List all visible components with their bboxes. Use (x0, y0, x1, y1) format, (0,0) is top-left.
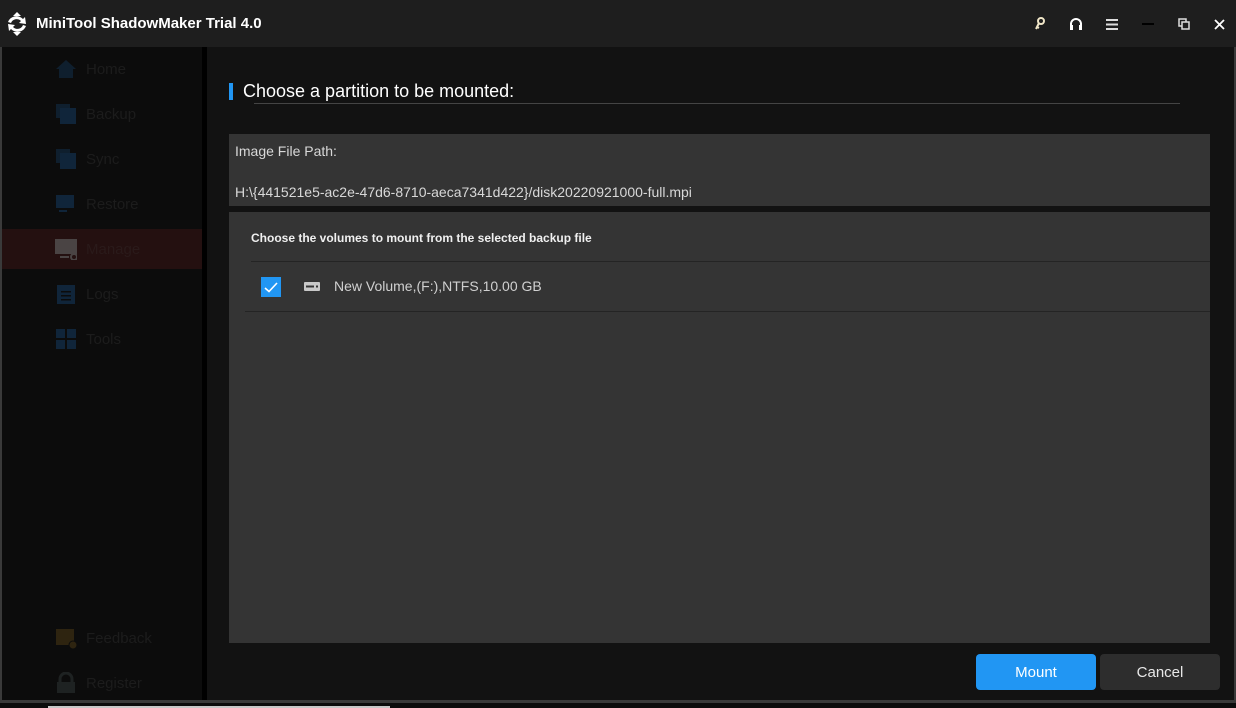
sidebar: Home Backup Sync Restore Manage Logs Too… (2, 47, 203, 700)
volume-row[interactable]: New Volume,(F:),NTFS,10.00 GB (245, 262, 1210, 311)
sidebar-item-logs[interactable]: Logs (2, 274, 202, 314)
sidebar-item-label: Home (86, 60, 127, 78)
sidebar-item-label: Tools (86, 330, 122, 348)
sidebar-item-label: Feedback (86, 629, 152, 647)
checkmark-icon (264, 281, 278, 293)
minimize-icon (1142, 22, 1154, 25)
minimize-button[interactable] (1136, 12, 1160, 36)
restore-icon (1178, 18, 1190, 30)
feedback-icon (56, 629, 77, 649)
volumes-panel: Choose the volumes to mount from the sel… (229, 212, 1210, 643)
sidebar-item-restore[interactable]: Restore (2, 184, 202, 224)
dialog-title: Choose a partition to be mounted: (243, 81, 515, 101)
sidebar-item-label: Sync (86, 150, 120, 168)
volume-label: New Volume,(F:),NTFS,10.00 GB (334, 278, 542, 294)
title-underline (254, 103, 1180, 104)
sidebar-item-feedback[interactable]: Feedback (2, 618, 202, 658)
backup-icon (56, 104, 76, 124)
sidebar-item-sync[interactable]: Sync (2, 139, 202, 179)
logs-icon (57, 285, 75, 304)
drive-icon (304, 282, 320, 291)
menu-button[interactable] (1100, 12, 1124, 36)
manage-icon (55, 239, 77, 260)
section-accent-bar (229, 83, 233, 100)
cancel-button[interactable]: Cancel (1100, 654, 1220, 690)
restore-button[interactable] (1172, 12, 1196, 36)
mount-dialog: Choose a partition to be mounted: Image … (207, 47, 1234, 700)
sidebar-item-tools[interactable]: Tools (2, 319, 202, 359)
sidebar-item-label: Manage (86, 240, 141, 258)
sidebar-item-register[interactable]: Register (2, 663, 202, 703)
volumes-header: Choose the volumes to mount from the sel… (251, 231, 592, 245)
title-bar: MiniTool ShadowMaker Trial 4.0 (0, 0, 1236, 47)
menu-icon (1106, 18, 1118, 30)
lock-icon (57, 672, 75, 693)
tools-icon (56, 329, 76, 349)
volume-checkbox[interactable] (261, 277, 281, 297)
sidebar-item-label: Register (86, 674, 142, 692)
app-title: MiniTool ShadowMaker Trial 4.0 (36, 15, 262, 32)
minitool-logo-icon (8, 12, 26, 36)
mount-button[interactable]: Mount (976, 654, 1096, 690)
sidebar-item-manage[interactable]: Manage (2, 229, 202, 269)
sidebar-item-label: Restore (86, 195, 139, 213)
restore-icon (56, 195, 74, 212)
headset-icon (1070, 18, 1082, 30)
image-file-path-value: H:\{441521e5-ac2e-47d6-8710-aeca7341d422… (235, 184, 692, 200)
image-file-path-panel: Image File Path: H:\{441521e5-ac2e-47d6-… (229, 134, 1210, 206)
sidebar-item-label: Backup (86, 105, 137, 123)
home-icon (56, 60, 76, 78)
key-button[interactable] (1028, 12, 1052, 36)
sidebar-item-home[interactable]: Home (2, 49, 202, 89)
image-file-path-label: Image File Path: (235, 143, 337, 159)
sidebar-item-backup[interactable]: Backup (2, 94, 202, 134)
close-icon (1213, 18, 1225, 30)
divider (245, 311, 1210, 312)
key-icon (1035, 17, 1045, 30)
sync-icon (56, 149, 76, 169)
sidebar-item-label: Logs (86, 285, 119, 303)
support-button[interactable] (1064, 12, 1088, 36)
close-button[interactable] (1207, 12, 1231, 36)
